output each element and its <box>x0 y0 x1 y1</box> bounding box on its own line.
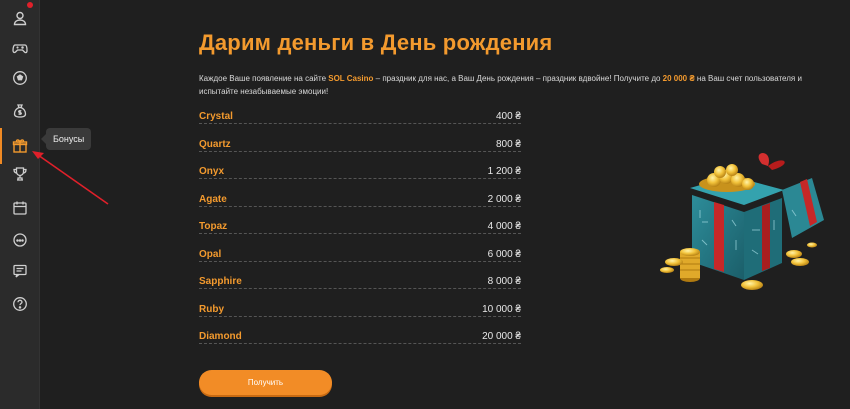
news-icon <box>13 264 27 278</box>
gamepad-icon <box>12 44 28 54</box>
gift-box-illustration <box>660 153 824 290</box>
level-amount: 8 000 ₴ <box>487 276 521 287</box>
brand-name: SOL Casino <box>328 74 374 83</box>
sidebar-item-tournaments[interactable] <box>6 160 34 188</box>
money-bag-icon <box>13 104 27 118</box>
level-amount: 6 000 ₴ <box>487 248 521 260</box>
sidebar-tooltip: Бонусы <box>40 128 92 150</box>
trophy-icon <box>13 167 27 181</box>
calendar-icon <box>13 201 27 215</box>
level-row: Ruby 10 000 ₴ <box>199 303 521 317</box>
main-content: Дарим деньги в День рождения Каждое Ваше… <box>199 28 824 395</box>
user-icon <box>13 11 27 26</box>
level-row: Crystal 400 ₴ <box>199 110 521 124</box>
level-name: Sapphire <box>199 276 242 287</box>
level-row: Onyx 1 200 ₴ <box>199 165 521 179</box>
level-amount: 20 000 ₴ <box>482 331 521 342</box>
sidebar <box>0 0 40 409</box>
level-amount: 2 000 ₴ <box>487 193 521 205</box>
level-name: Ruby <box>199 303 224 315</box>
level-name: Onyx <box>199 166 225 177</box>
chat-bubble-icon <box>13 233 27 247</box>
level-row: Sapphire 8 000 ₴ <box>199 275 521 289</box>
level-amount: 10 000 ₴ <box>482 303 521 315</box>
level-name: Agate <box>199 193 227 205</box>
level-row: Topaz 4 000 ₴ <box>199 220 521 234</box>
sidebar-item-bonuses[interactable] <box>0 128 34 164</box>
sidebar-item-help[interactable] <box>6 290 34 318</box>
sidebar-item-chat[interactable] <box>6 226 34 254</box>
sidebar-item-games[interactable] <box>6 34 34 62</box>
help-icon <box>13 297 27 311</box>
notification-dot <box>27 2 33 8</box>
sidebar-item-sport[interactable] <box>6 64 34 92</box>
intro-text: Каждое Ваше появление на сайте SOL Casin… <box>199 74 802 96</box>
level-name: Topaz <box>199 221 228 232</box>
sidebar-item-calendar[interactable] <box>6 194 34 222</box>
level-row: Agate 2 000 ₴ <box>199 193 521 207</box>
sidebar-item-profile[interactable] <box>6 4 34 32</box>
level-row: Opal 6 000 ₴ <box>199 248 521 262</box>
level-row: Quartz 800 ₴ <box>199 138 521 152</box>
soccer-ball-icon <box>13 71 27 85</box>
level-name: Quartz <box>199 138 231 150</box>
page-title: Дарим деньги в День рождения <box>199 30 553 55</box>
level-name: Opal <box>199 248 222 260</box>
level-name: Diamond <box>199 331 242 342</box>
level-amount: 800 ₴ <box>495 138 521 150</box>
level-amount: 1 200 ₴ <box>487 166 521 177</box>
level-amount: 400 ₴ <box>495 111 521 122</box>
max-amount: 20 000 ₴ <box>662 74 695 83</box>
sidebar-item-money[interactable] <box>6 97 34 125</box>
sidebar-item-news[interactable] <box>6 257 34 285</box>
level-amount: 4 000 ₴ <box>487 221 521 232</box>
level-row: Diamond 20 000 ₴ <box>199 330 521 344</box>
get-bonus-button[interactable]: Получить <box>199 370 332 395</box>
gift-icon <box>12 139 28 153</box>
level-name: Crystal <box>199 111 233 122</box>
